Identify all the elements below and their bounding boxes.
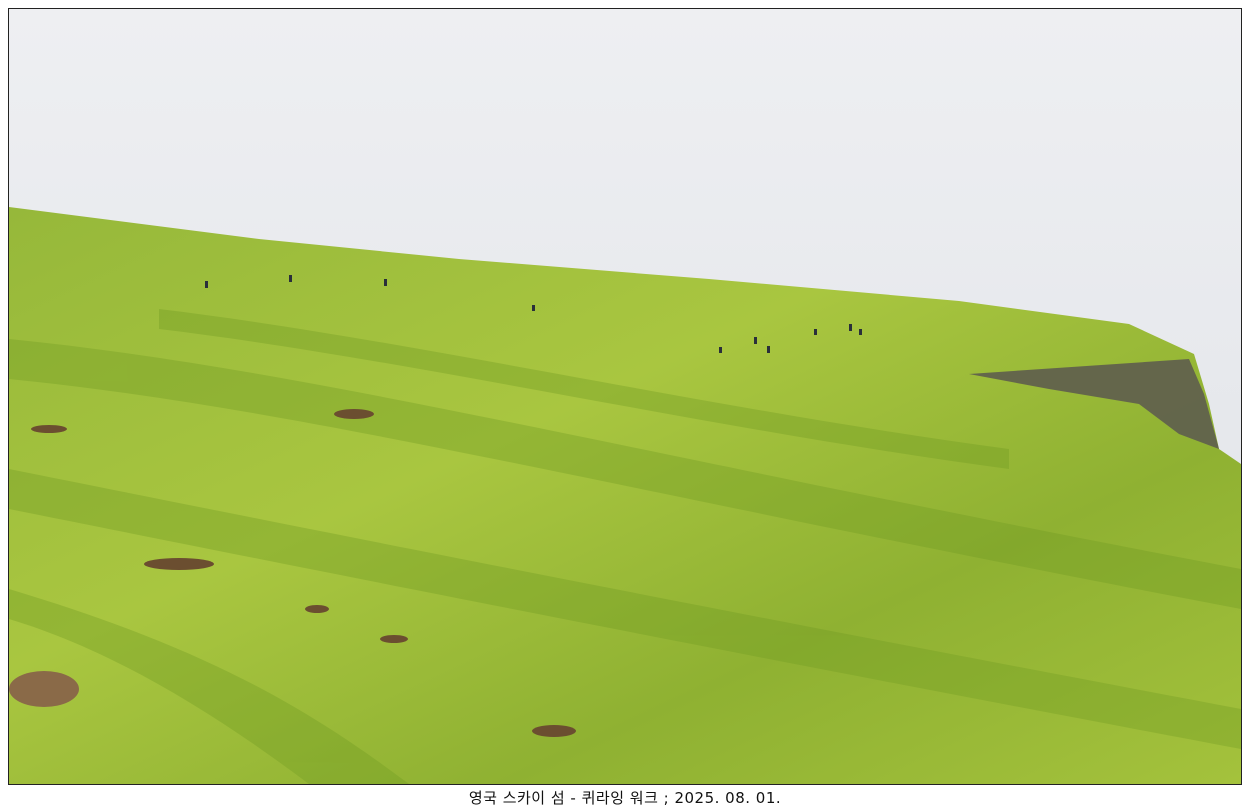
landscape-photo — [8, 8, 1242, 785]
photo-caption: 영국 스카이 섬 - 퀴라잉 워크 ; 2025. 08. 01. — [468, 789, 782, 807]
